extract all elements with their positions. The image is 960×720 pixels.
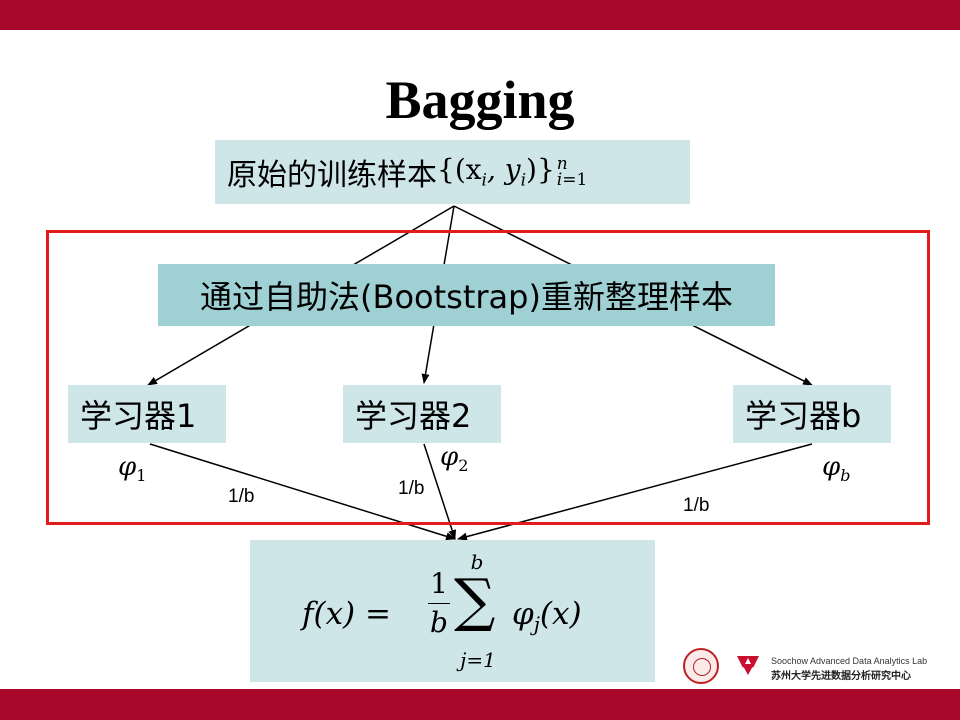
university-seal-icon (683, 648, 719, 684)
formula-fraction: 1 b (428, 568, 450, 639)
lab-triangle-logo-icon (737, 656, 759, 675)
formula-lhs: f(x) = (302, 596, 391, 632)
lab-name-en: Soochow Advanced Data Analytics Lab (771, 656, 928, 666)
bootstrap-region-frame (46, 230, 930, 525)
formula-rhs: φj(x) (512, 596, 582, 637)
aggregation-formula-box: f(x) = 1 b b ∑ j=1 φj(x) (250, 540, 655, 682)
samples-label: 原始的训练样本 (227, 158, 437, 193)
samples-set-notation: {(xi, yi)} n i=1 (437, 153, 588, 191)
original-samples-box: 原始的训练样本 {(xi, yi)} n i=1 (215, 140, 690, 204)
summation-symbol: ∑ (454, 566, 496, 634)
lab-name-cn: 苏州大学先进数据分析研究中心 (771, 671, 911, 682)
sum-lower-limit: j=1 (460, 648, 496, 672)
bottom-bar (0, 689, 960, 720)
